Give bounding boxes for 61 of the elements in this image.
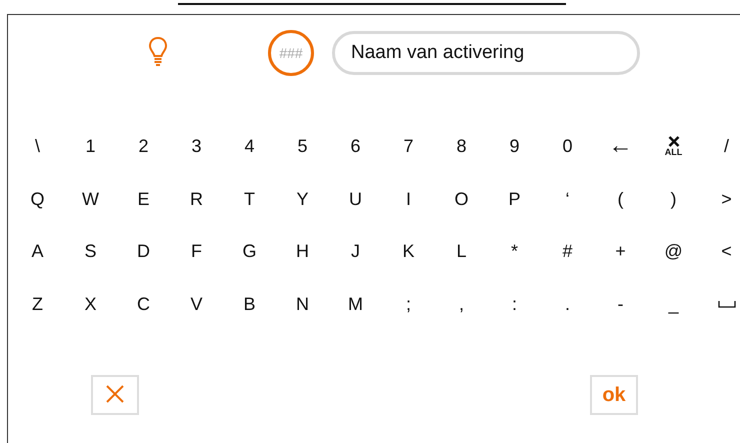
keyboard-key[interactable]: U xyxy=(349,190,362,208)
keyboard-key[interactable]: K xyxy=(402,242,414,260)
keyboard-key[interactable]: D xyxy=(137,242,150,260)
keyboard-key[interactable]: 3 xyxy=(191,137,202,156)
keyboard-key[interactable]: + xyxy=(615,242,626,260)
name-input-field[interactable]: Naam van activering xyxy=(332,31,640,75)
keyboard-key[interactable]: 4 xyxy=(244,137,254,156)
keyboard-key[interactable]: T xyxy=(244,190,255,208)
keyboard-key[interactable]: 1 xyxy=(85,137,96,156)
keyboard-key[interactable]: _ xyxy=(668,294,678,313)
keyboard-key[interactable]: . xyxy=(564,294,570,313)
keyboard-key[interactable]: 9 xyxy=(509,137,520,156)
keyboard-key[interactable]: : xyxy=(512,294,517,313)
keyboard-key[interactable]: 5 xyxy=(297,137,308,156)
keyboard-key[interactable]: ; xyxy=(406,294,411,313)
keyboard-key[interactable]: H xyxy=(296,242,309,260)
close-icon xyxy=(668,136,680,147)
clear-all-key[interactable]: ALL xyxy=(664,136,682,157)
keyboard-key[interactable]: J xyxy=(351,242,360,260)
keyboard-key[interactable]: C xyxy=(137,294,150,313)
keyboard-key[interactable]: O xyxy=(454,190,468,208)
keyboard-key[interactable]: 0 xyxy=(562,137,572,156)
keyboard-key[interactable]: ) xyxy=(670,190,676,208)
keyboard-key[interactable]: W xyxy=(82,190,99,208)
space-icon xyxy=(718,300,736,308)
close-icon xyxy=(106,385,124,403)
keyboard-key[interactable]: B xyxy=(243,294,256,313)
keyboard-key[interactable]: R xyxy=(190,190,203,208)
keyboard-key[interactable]: ‘ xyxy=(566,190,570,208)
keyboard-key[interactable]: F xyxy=(191,242,202,260)
keyboard-key[interactable]: @ xyxy=(664,242,683,260)
keyboard-key[interactable]: 6 xyxy=(350,137,360,156)
keyboard-key[interactable]: , xyxy=(458,294,464,313)
keyboard-key[interactable]: < xyxy=(721,242,732,260)
backspace-key[interactable]: ← xyxy=(608,134,632,158)
cancel-button[interactable] xyxy=(91,375,139,415)
keyboard-key[interactable]: * xyxy=(510,242,518,260)
keyboard-key[interactable]: / xyxy=(724,137,729,156)
keyboard-key[interactable]: # xyxy=(562,242,572,260)
keyboard-key[interactable]: - xyxy=(618,294,624,313)
keyboard-key[interactable]: 2 xyxy=(138,137,148,156)
space-key[interactable] xyxy=(718,300,736,308)
keyboard-key[interactable]: E xyxy=(137,190,150,208)
keyboard-key[interactable]: 7 xyxy=(403,137,414,156)
keyboard-key[interactable]: > xyxy=(721,190,732,208)
keyboard-key[interactable]: S xyxy=(84,242,96,260)
keyboard-key[interactable]: L xyxy=(456,242,466,260)
keyboard-key[interactable]: \ xyxy=(34,137,40,156)
keyboard-key[interactable]: M xyxy=(348,294,363,313)
keyboard-key[interactable]: Y xyxy=(296,190,308,208)
keyboard-key[interactable]: ( xyxy=(618,190,624,208)
keyboard-key[interactable]: V xyxy=(190,294,202,313)
keyboard-key[interactable]: Z xyxy=(32,294,43,313)
keyboard-key[interactable]: A xyxy=(31,242,44,260)
keyboard-key[interactable]: G xyxy=(242,242,256,260)
keyboard-key[interactable]: Q xyxy=(30,190,44,208)
keyboard-key[interactable]: X xyxy=(84,294,96,313)
keyboard-key[interactable]: N xyxy=(296,294,309,313)
keyboard-key[interactable]: P xyxy=(508,190,520,208)
keyboard-key[interactable]: I xyxy=(406,190,411,208)
keyboard-key[interactable]: 8 xyxy=(456,137,466,156)
